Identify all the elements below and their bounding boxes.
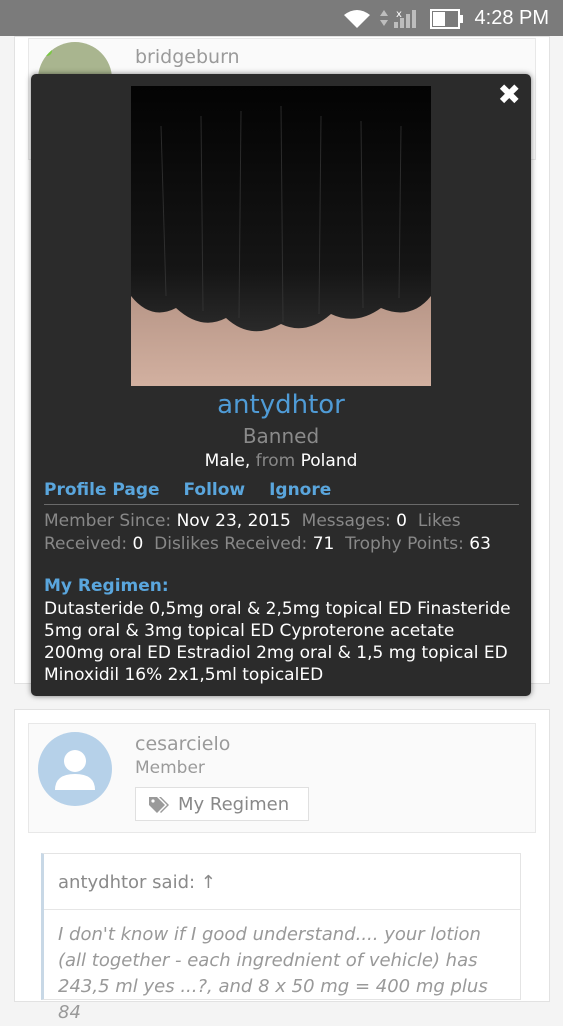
dislikes-value: 71 xyxy=(312,534,335,554)
from-label: from xyxy=(255,451,296,471)
my-regimen-label: My Regimen xyxy=(178,794,290,815)
status-bar: x 4:28 PM xyxy=(0,0,563,36)
gender: Male, xyxy=(204,451,251,471)
my-regimen-button[interactable]: My Regimen xyxy=(135,787,309,821)
member-since-value: Nov 23, 2015 xyxy=(176,511,291,531)
profile-popup: ✖ antydhtor Banned Male, from Poland Pro… xyxy=(31,74,531,696)
post-username[interactable]: cesarcielo xyxy=(135,733,230,755)
ignore-link[interactable]: Ignore xyxy=(269,480,331,500)
member-since-label: Member Since: xyxy=(44,511,172,531)
profile-photo xyxy=(131,86,431,386)
profile-links: Profile Page Follow Ignore xyxy=(44,480,349,500)
user-location: Male, from Poland xyxy=(31,451,531,471)
quote-divider xyxy=(44,909,520,910)
user-status: Banned xyxy=(242,424,320,448)
regimen-text: Dutasteride 0,5mg oral & 2,5mg topical E… xyxy=(44,599,511,685)
quote-header[interactable]: antydhtor said: ↑ xyxy=(58,872,216,893)
profile-page-link[interactable]: Profile Page xyxy=(44,480,160,500)
post-username[interactable]: bridgeburn xyxy=(135,46,240,68)
member-stats: Member Since: Nov 23, 2015 Messages: 0 L… xyxy=(44,510,514,556)
user-title: Member xyxy=(135,758,205,778)
profile-photo-image xyxy=(131,86,431,386)
quote-block: antydhtor said: ↑ I don't know if I good… xyxy=(41,853,521,1023)
clock: 4:28 PM xyxy=(474,7,549,29)
signal-icon: x xyxy=(380,9,416,28)
likes-value: 0 xyxy=(132,534,144,554)
regimen-label: My Regimen: xyxy=(44,576,169,596)
divider xyxy=(44,504,519,505)
follow-link[interactable]: Follow xyxy=(184,480,246,500)
trophy-value[interactable]: 63 xyxy=(469,534,491,554)
popup-username[interactable]: antydhtor xyxy=(31,390,531,420)
tags-icon xyxy=(149,797,169,813)
messages-label: Messages: xyxy=(301,511,391,531)
close-icon[interactable]: ✖ xyxy=(498,78,521,111)
battery-icon xyxy=(430,9,463,29)
svg-text:x: x xyxy=(396,9,402,20)
dislikes-label: Dislikes Received: xyxy=(154,534,308,554)
wifi-icon xyxy=(344,10,370,28)
messages-value[interactable]: 0 xyxy=(396,511,407,531)
quote-body: I don't know if I good understand.... yo… xyxy=(58,924,488,1023)
user-silhouette-icon xyxy=(55,750,95,790)
avatar-badge xyxy=(42,46,52,56)
country[interactable]: Poland xyxy=(301,451,358,471)
trophy-label: Trophy Points: xyxy=(345,534,464,554)
default-avatar[interactable] xyxy=(38,732,112,806)
